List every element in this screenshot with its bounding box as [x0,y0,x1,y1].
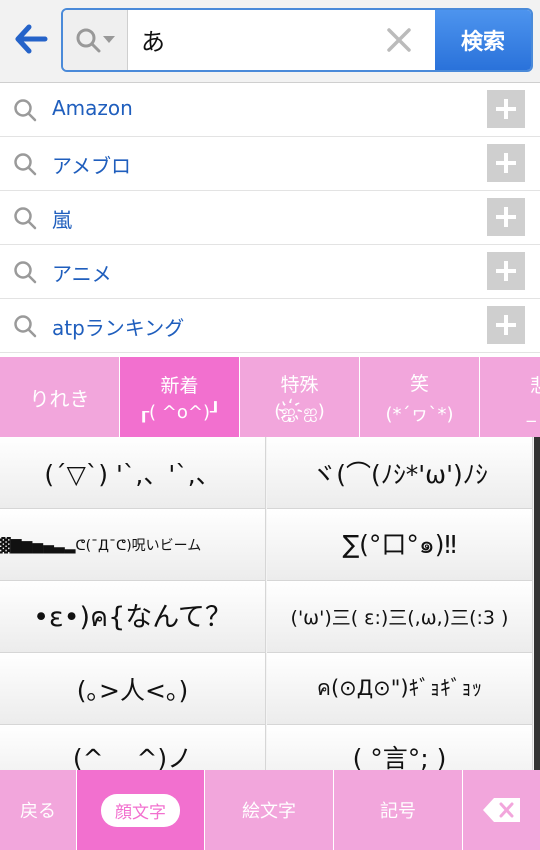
suggestion-label: atpランキング [52,316,185,340]
keyboard-bottom-bar: 戻る 顔文字 絵文字 記号 [0,770,540,850]
kaomoji-cell[interactable]: ('ω')三( ε:)三(,ω,)三(:3 ) [267,581,533,653]
suggestion-list: Amazon アメブロ 嵐 アニメ atpランキング [0,83,540,353]
search-icon [14,261,37,284]
backspace-button[interactable] [463,770,540,850]
tab-kaomoji: ┎( ^o^)┚ [138,402,221,423]
kaomoji-cell[interactable]: (´▽`) '`,、'`,、 [0,437,266,509]
search-icon [14,315,37,338]
kaomoji-cell[interactable]: ヾ(⌒(ﾉｼ*'ω')ﾉｼ [267,437,533,509]
search-header: あ 検索 [0,0,540,83]
search-button[interactable]: 検索 [435,10,531,70]
suggestion-label: Amazon [52,96,133,120]
tab-laugh[interactable]: 笑 (*´ヮ`*) [360,357,480,437]
tab-label: 笑 [409,372,429,395]
back-button[interactable]: 戻る [0,770,77,850]
kaomoji-cell[interactable]: •ε•)ค{なんて？ [0,581,266,653]
tab-new[interactable]: 新着 ┎( ^o^)┚ [120,357,240,437]
chevron-down-icon [103,36,115,43]
back-label: 戻る [20,801,56,822]
tab-label: 新着 [160,375,199,397]
suggestion-label: 嵐 [52,208,72,232]
kaomoji-cell[interactable]: ( °言°; ) [267,725,533,770]
emoji-mode-button[interactable]: 絵文字 [205,770,334,850]
plus-icon[interactable] [487,198,525,236]
kaomoji-label: 顔文字 [101,793,180,827]
kaomoji-cell[interactable]: ค(⊙Д⊙")ｷﾞｮｷﾞｮｯ [267,653,533,725]
kaomoji-cell[interactable]: (｡>人<｡) [0,653,266,725]
suggestion-row[interactable]: アニメ [0,245,540,299]
back-arrow-icon[interactable] [10,18,52,60]
tab-label: 悲 [529,375,540,397]
search-icon [76,28,101,53]
kaomoji-cell[interactable]: ▓▇▆▅▄▃▂ᕦ(¯Д¯ᕦ)呪いビーム [0,509,266,581]
kaomoji-mode-button[interactable]: 顔文字 [77,770,205,850]
search-engine-dropdown[interactable] [63,10,128,70]
tab-label: 特殊 [280,374,319,396]
suggestion-label: アニメ [52,262,112,286]
search-icon [14,153,37,176]
plus-icon[interactable] [487,144,525,182]
clear-icon[interactable] [381,22,417,58]
kaomoji-grid: (´▽`) '`,、'`,、 ヾ(⌒(ﾉｼ*'ω')ﾉｼ ▓▇▆▅▄▃▂ᕦ(¯Д… [0,437,534,770]
tab-sad[interactable]: 悲 _ ┌ [480,357,540,437]
suggestion-label: アメブロ [52,154,131,178]
tab-history[interactable]: りれき [0,357,120,437]
plus-icon[interactable] [487,252,525,290]
search-box: あ 検索 [61,8,533,72]
tab-kaomoji: _ ┌ [526,402,540,423]
backspace-icon [482,798,520,822]
tab-kaomoji: (*´ヮ`*) [385,403,454,425]
symbols-mode-button[interactable]: 記号 [334,770,463,850]
search-input[interactable]: あ [141,22,165,57]
symbols-label: 記号 [380,801,416,822]
search-icon [14,207,37,230]
suggestion-row[interactable]: 嵐 [0,191,540,245]
kaomoji-cell[interactable]: ∑(°口°๑)‼ [267,509,533,581]
suggestion-row[interactable]: アメブロ [0,137,540,191]
kaomoji-category-tabs: りれき 新着 ┎( ^o^)┚ 特殊 (ஐ҉ஐ) 笑 (*´ヮ`*) 悲 _ ┌ [0,357,540,437]
grid-scrollbar[interactable] [534,437,540,770]
emoji-label: 絵文字 [242,801,296,822]
tab-label: りれき [29,386,90,411]
tab-special[interactable]: 特殊 (ஐ҉ஐ) [240,357,360,437]
suggestion-row[interactable]: atpランキング [0,299,540,353]
search-icon [14,99,37,122]
plus-icon[interactable] [487,306,525,344]
tab-kaomoji: (ஐ҉ஐ) [274,401,325,422]
plus-icon[interactable] [487,90,525,128]
kaomoji-cell[interactable]: (^_ _^)ノ [0,725,266,770]
suggestion-row[interactable]: Amazon [0,83,540,137]
